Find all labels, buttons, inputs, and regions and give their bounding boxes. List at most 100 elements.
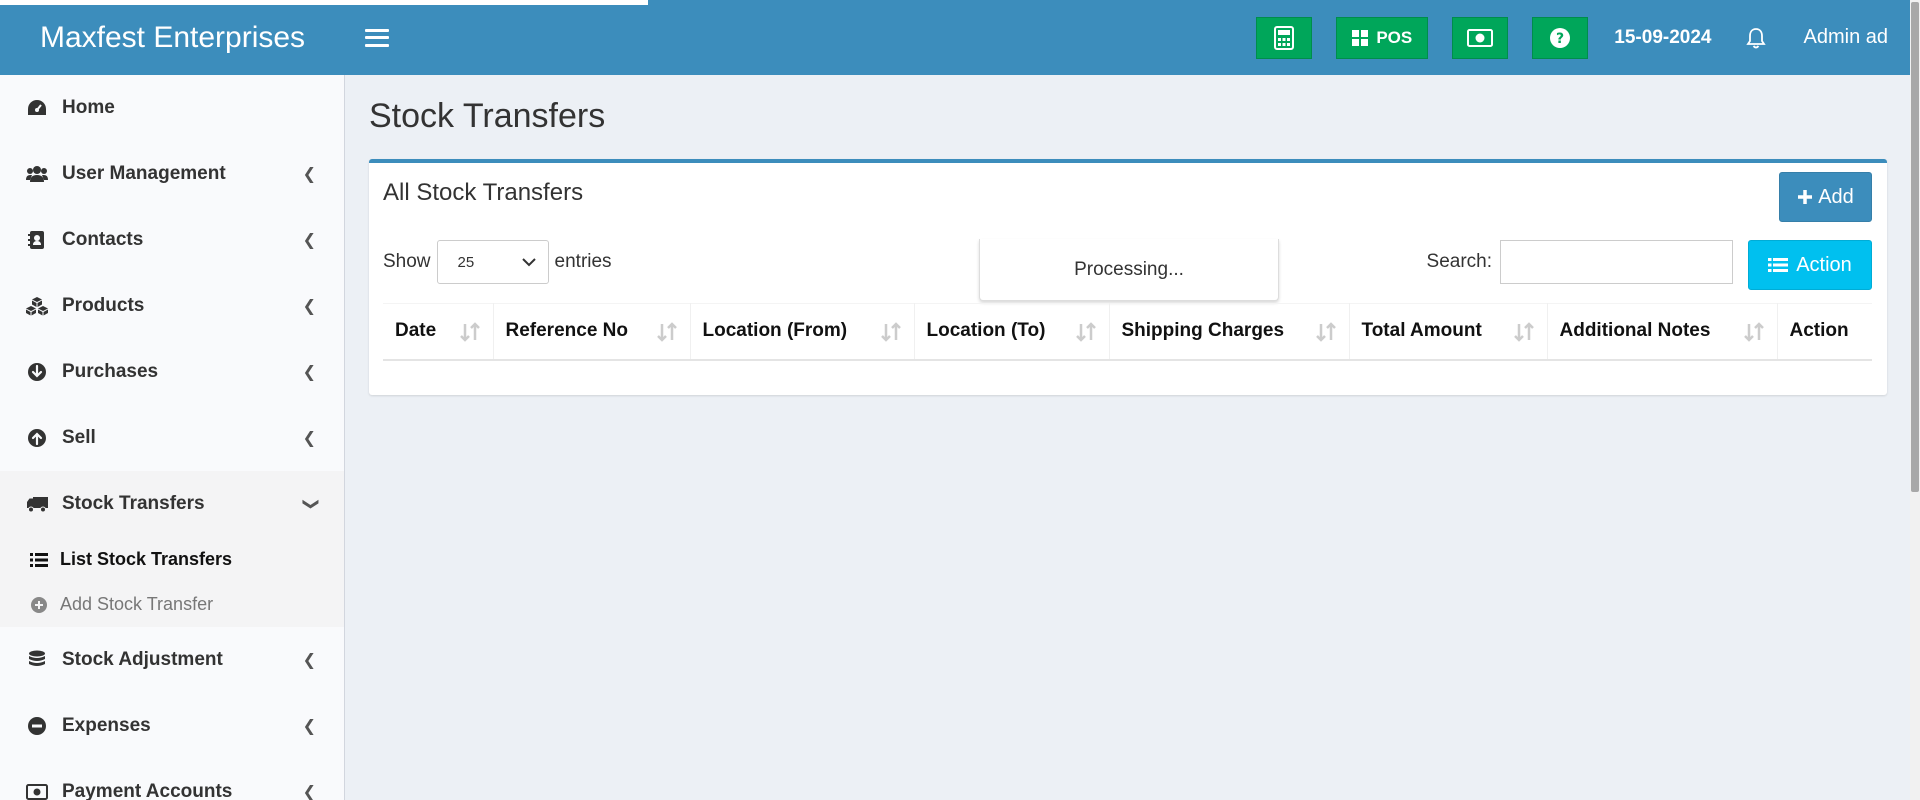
cash-register-button[interactable] <box>1452 16 1509 59</box>
sidebar-item-contacts[interactable]: Contacts ❮ <box>0 207 344 273</box>
action-button-label: Action <box>1796 253 1852 276</box>
scrollbar-thumb[interactable] <box>1911 2 1919 492</box>
column-header-reference-no[interactable]: Reference No <box>493 303 691 360</box>
address-book-icon <box>26 229 48 251</box>
chevron-left-icon: ❮ <box>302 652 316 669</box>
main-content: Stock Transfers All Stock Transfers Add … <box>346 75 1910 800</box>
help-button[interactable]: ? <box>1532 16 1589 59</box>
entries-select[interactable]: 25 <box>436 240 549 284</box>
entries-label: entries <box>554 251 612 272</box>
column-label: Location (To) <box>926 320 1046 342</box>
sidebar-item-label: User Management <box>62 163 226 184</box>
column-label: Reference No <box>505 320 629 342</box>
sidebar-item-label: Stock Adjustment <box>62 649 223 670</box>
sidebar-item-payment-accounts[interactable]: Payment Accounts ❮ <box>0 759 344 800</box>
box-title: All Stock Transfers <box>383 179 584 206</box>
sidebar-group-stock-transfers: Stock Transfers ❮ List Stock Transfers A… <box>0 471 344 627</box>
pos-button[interactable]: POS <box>1336 16 1429 59</box>
stock-transfers-table: Date Reference No Location (From) Locati… <box>383 303 1872 361</box>
sidebar-item-label: Contacts <box>62 229 144 250</box>
hamburger-icon[interactable] <box>365 28 389 47</box>
sidebar-item-products[interactable]: Products ❮ <box>0 273 344 339</box>
action-button[interactable]: Action <box>1748 240 1872 290</box>
chevron-left-icon: ❮ <box>302 430 316 447</box>
list-icon <box>30 552 50 568</box>
add-button[interactable]: Add <box>1779 172 1872 222</box>
sidebar-item-expenses[interactable]: Expenses ❮ <box>0 693 344 759</box>
column-label: Total Amount <box>1361 320 1482 342</box>
user-menu[interactable]: Admin ad <box>1804 26 1889 49</box>
sort-icon <box>1743 322 1764 342</box>
column-label: Shipping Charges <box>1121 320 1285 342</box>
sidebar-subitem-list-stock-transfers[interactable]: List Stock Transfers <box>0 537 344 582</box>
calculator-button[interactable] <box>1256 16 1313 59</box>
sidebar: Home User Management ❮ Contacts ❮ Produc… <box>0 75 345 800</box>
sidebar-subitem-label: List Stock Transfers <box>60 549 233 569</box>
add-button-label: Add <box>1818 185 1854 208</box>
stock-transfers-box: All Stock Transfers Add Show 25 entries … <box>369 159 1887 395</box>
column-header-total-amount[interactable]: Total Amount <box>1349 303 1548 360</box>
column-header-location-from[interactable]: Location (From) <box>690 303 915 360</box>
column-header-additional-notes[interactable]: Additional Notes <box>1547 303 1778 360</box>
sidebar-subitem-add-stock-transfer[interactable]: Add Stock Transfer <box>0 582 344 627</box>
search-input[interactable] <box>1500 240 1733 284</box>
processing-indicator: Processing... <box>979 239 1279 301</box>
sidebar-item-home[interactable]: Home <box>0 75 344 141</box>
page-scrollbar[interactable] <box>1910 0 1920 800</box>
sidebar-item-label: Products <box>62 295 145 316</box>
top-header: Maxfest Enterprises POS ? 15-09-2024 Adm… <box>0 0 1910 75</box>
chevron-left-icon: ❮ <box>302 784 316 800</box>
page-loading-bar <box>0 0 648 5</box>
column-label: Action <box>1789 320 1849 342</box>
sidebar-item-stock-transfers[interactable]: Stock Transfers ❮ <box>0 471 344 537</box>
minus-circle-icon <box>26 715 48 737</box>
sort-icon <box>459 322 480 342</box>
bell-icon <box>1745 27 1766 48</box>
search-label: Search: <box>1426 251 1492 272</box>
column-label: Location (From) <box>702 320 848 342</box>
sidebar-item-label: Home <box>62 97 115 118</box>
cubes-icon <box>26 295 48 317</box>
sidebar-subitem-label: Add Stock Transfer <box>60 594 214 614</box>
chevron-left-icon: ❮ <box>302 166 316 183</box>
plus-circle-icon <box>30 596 50 614</box>
chevron-left-icon: ❮ <box>302 298 316 315</box>
sidebar-item-label: Sell <box>62 427 96 448</box>
column-header-location-to[interactable]: Location (To) <box>914 303 1110 360</box>
brand-logo[interactable]: Maxfest Enterprises <box>0 0 345 75</box>
truck-icon <box>26 493 48 515</box>
sort-icon <box>656 322 677 342</box>
column-header-shipping-charges[interactable]: Shipping Charges <box>1109 303 1350 360</box>
sort-icon <box>1075 322 1096 342</box>
dashboard-icon <box>26 97 48 119</box>
chevron-down-icon <box>521 258 536 267</box>
arrow-circle-up-icon <box>26 427 48 449</box>
chevron-left-icon: ❮ <box>302 718 316 735</box>
table-header-row: Date Reference No Location (From) Locati… <box>383 303 1872 360</box>
sort-icon <box>1513 322 1534 342</box>
list-icon <box>1768 258 1789 272</box>
plus-icon <box>1798 190 1813 204</box>
question-icon: ? <box>1550 27 1571 48</box>
sidebar-item-sell[interactable]: Sell ❮ <box>0 405 344 471</box>
svg-text:?: ? <box>1556 31 1564 47</box>
sidebar-item-stock-adjustment[interactable]: Stock Adjustment ❮ <box>0 627 344 693</box>
column-header-action: Action <box>1777 303 1872 360</box>
column-header-date[interactable]: Date <box>383 303 494 360</box>
column-label: Additional Notes <box>1559 320 1711 342</box>
sidebar-item-label: Stock Transfers <box>62 493 205 514</box>
header-date: 15-09-2024 <box>1614 26 1712 48</box>
pos-label: POS <box>1376 27 1413 47</box>
grid-icon <box>1352 29 1369 46</box>
show-label: Show <box>383 251 431 272</box>
header-actions: POS ? 15-09-2024 Admin ad <box>1256 0 1910 75</box>
chevron-left-icon: ❮ <box>302 364 316 381</box>
sidebar-item-label: Purchases <box>62 361 159 382</box>
page-title: Stock Transfers <box>369 97 606 135</box>
sidebar-item-purchases[interactable]: Purchases ❮ <box>0 339 344 405</box>
sidebar-item-label: Payment Accounts <box>62 781 233 800</box>
sidebar-item-user-management[interactable]: User Management ❮ <box>0 141 344 207</box>
database-icon <box>26 649 48 671</box>
notifications-button[interactable] <box>1745 27 1766 49</box>
sidebar-item-label: Expenses <box>62 715 151 736</box>
